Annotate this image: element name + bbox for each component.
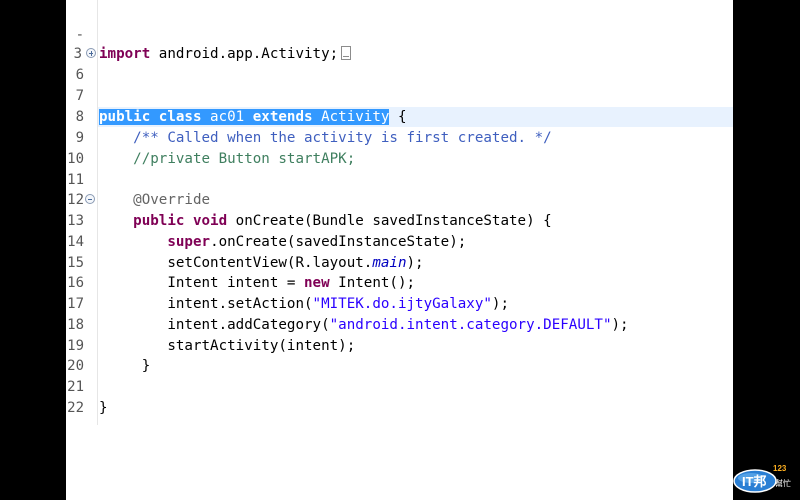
- code-line: 10 //private Button startAPK;: [66, 149, 733, 169]
- line-number: 21: [67, 379, 84, 395]
- line-number: 8: [75, 109, 84, 125]
- code-line: 19 startActivity(intent);: [66, 336, 733, 356]
- code-line: 15 setContentView(R.layout.main);: [66, 253, 733, 273]
- code-line: 8 public class ac01 extends Activity {: [66, 107, 733, 127]
- line-number: 13: [67, 213, 84, 229]
- code-editor[interactable]: - 3 import android.app.Activity; 6 7 8 p…: [66, 0, 733, 500]
- code-text[interactable]: }: [99, 356, 151, 376]
- code-line: 17 intent.setAction("MITEK.do.ijtyGalaxy…: [66, 294, 733, 314]
- code-text[interactable]: startActivity(intent);: [99, 336, 355, 356]
- line-number: 11: [67, 172, 84, 188]
- code-text[interactable]: //private Button startAPK;: [99, 149, 355, 169]
- line-number: 6: [75, 67, 84, 83]
- code-line: 14 super.onCreate(savedInstanceState);: [66, 232, 733, 252]
- code-line: 11: [66, 170, 733, 190]
- line-number: 14: [67, 234, 84, 250]
- code-text[interactable]: }: [99, 398, 108, 418]
- line-number: 16: [67, 275, 84, 291]
- line-number: 9: [75, 130, 84, 146]
- code-text[interactable]: setContentView(R.layout.main);: [99, 253, 423, 273]
- ithelp-logo: IT邦 123 幫忙: [733, 462, 791, 494]
- ithelp-logo-icon: IT邦 123 幫忙: [733, 464, 791, 493]
- code-line: 20 }: [66, 356, 733, 376]
- line-number: 10: [67, 151, 84, 167]
- code-line: 13 public void onCreate(Bundle savedInst…: [66, 211, 733, 231]
- line-number: 20: [67, 358, 84, 374]
- code-text[interactable]: public class ac01 extends Activity {: [99, 107, 407, 127]
- line-number: 15: [67, 255, 84, 271]
- code-line: 7: [66, 86, 733, 106]
- line-number: 7: [75, 88, 84, 104]
- collapsed-block-icon[interactable]: [341, 46, 352, 60]
- line-number: 19: [67, 338, 84, 354]
- code-text[interactable]: Intent intent = new Intent();: [99, 273, 415, 293]
- line-number: 18: [67, 317, 84, 333]
- logo-text: IT邦: [742, 474, 767, 489]
- code-line: -: [66, 25, 733, 45]
- line-number: 17: [67, 296, 84, 312]
- expand-fold-icon[interactable]: [86, 48, 96, 58]
- code-text[interactable]: @Override: [99, 190, 210, 210]
- code-line: 3 import android.app.Activity;: [66, 44, 733, 64]
- code-text[interactable]: intent.setAction("MITEK.do.ijtyGalaxy");: [99, 294, 509, 314]
- code-line: 9 /** Called when the activity is first …: [66, 128, 733, 148]
- collapse-fold-icon[interactable]: [85, 194, 95, 204]
- code-text[interactable]: import android.app.Activity;: [99, 44, 352, 64]
- code-line: 16 Intent intent = new Intent();: [66, 273, 733, 293]
- code-text[interactable]: super.onCreate(savedInstanceState);: [99, 232, 466, 252]
- logo-subtext: 幫忙: [775, 478, 791, 488]
- line-number: 3: [73, 46, 82, 62]
- code-text[interactable]: public void onCreate(Bundle savedInstanc…: [99, 211, 552, 231]
- code-text[interactable]: /** Called when the activity is first cr…: [99, 128, 552, 148]
- code-line: 12 @Override: [66, 190, 733, 210]
- code-line: 18 intent.addCategory("android.intent.ca…: [66, 315, 733, 335]
- code-text[interactable]: intent.addCategory("android.intent.categ…: [99, 315, 628, 335]
- code-line: 6: [66, 65, 733, 85]
- text-selection[interactable]: public class ac01 extends Activity: [99, 109, 390, 125]
- line-number: 22: [67, 400, 84, 416]
- line-number: 12: [67, 192, 84, 208]
- logo-tag: 123: [773, 464, 787, 473]
- line-number: -: [75, 27, 84, 43]
- code-line: 22 }: [66, 398, 733, 418]
- code-line: 21: [66, 377, 733, 397]
